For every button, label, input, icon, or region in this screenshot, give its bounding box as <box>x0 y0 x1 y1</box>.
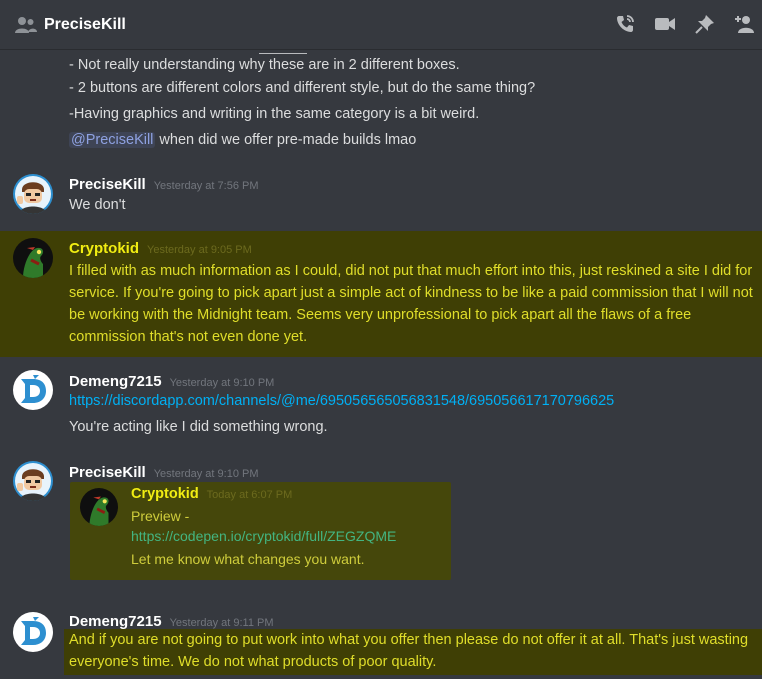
avatar[interactable] <box>13 370 53 410</box>
message-text-highlighted: And if you are not going to put work int… <box>64 629 762 675</box>
quote-author[interactable]: Cryptokid <box>131 486 199 502</box>
timestamp: Yesterday at 9:05 PM <box>147 244 252 256</box>
message-line-mention: @PreciseKill when did we offer pre-made … <box>69 132 417 148</box>
message-text: You're acting like I did something wrong… <box>69 419 328 435</box>
message-header: PreciseKill Yesterday at 7:56 PM <box>69 176 259 193</box>
username[interactable]: Demeng7215 <box>69 373 162 390</box>
quote-header: Cryptokid Today at 6:07 PM <box>131 486 292 502</box>
codepen-link[interactable]: https://codepen.io/cryptokid/full/ZEGZQM… <box>131 528 396 544</box>
chat-message-highlighted: Cryptokid Yesterday at 9:05 PM I filled … <box>0 231 762 357</box>
avatar[interactable] <box>13 461 53 501</box>
quote-preview: Preview - https://codepen.io/cryptokid/f… <box>131 506 431 546</box>
message-line: - Not really understanding why these are… <box>69 53 460 73</box>
message-header: Demeng7215 Yesterday at 9:10 PM <box>69 373 274 390</box>
channel-header: PreciseKill <box>0 0 762 50</box>
video-icon[interactable] <box>654 13 676 35</box>
chat-message: PreciseKill Yesterday at 7:56 PM We don'… <box>0 169 762 219</box>
chat-message: PreciseKill Yesterday at 9:10 PM Cryptok… <box>0 456 762 586</box>
username[interactable]: Demeng7215 <box>69 613 162 630</box>
avatar[interactable] <box>13 612 53 652</box>
message-line: - 2 buttons are different colors and dif… <box>69 80 536 96</box>
quote-timestamp: Today at 6:07 PM <box>206 489 293 501</box>
message-text: We don't <box>69 197 126 213</box>
user-mention[interactable]: @PreciseKill <box>69 132 156 148</box>
quote-note: Let me know what changes you want. <box>131 551 365 567</box>
username[interactable]: PreciseKill <box>69 464 146 481</box>
username[interactable]: PreciseKill <box>69 176 146 193</box>
message-header: Demeng7215 Yesterday at 9:11 PM <box>69 613 274 630</box>
phone-call-icon[interactable] <box>614 13 636 35</box>
quote-avatar <box>80 488 118 526</box>
discord-link[interactable]: https://discordapp.com/channels/@me/6950… <box>69 393 614 409</box>
timestamp: Yesterday at 7:56 PM <box>153 180 259 192</box>
avatar[interactable] <box>13 238 53 278</box>
message-link[interactable]: https://discordapp.com/channels/@me/6950… <box>69 390 614 412</box>
message-header: Cryptokid Yesterday at 9:05 PM <box>69 240 252 257</box>
cut-off-underline <box>259 53 307 54</box>
channel-title: PreciseKill <box>44 15 126 33</box>
message-line: -Having graphics and writing in the same… <box>69 106 480 122</box>
message-list[interactable]: - Not really understanding why these are… <box>0 51 762 679</box>
quoted-message[interactable]: Cryptokid Today at 6:07 PM Preview - htt… <box>70 482 451 580</box>
chat-message: Demeng7215 Yesterday at 9:10 PM https://… <box>0 365 762 441</box>
message-text: I filled with as much information as I c… <box>69 263 753 345</box>
timestamp: Yesterday at 9:10 PM <box>153 468 259 480</box>
timestamp: Yesterday at 9:10 PM <box>169 377 275 389</box>
at-people-icon <box>14 15 40 35</box>
header-actions <box>614 13 756 35</box>
add-member-icon[interactable] <box>734 13 756 35</box>
chat-message: Demeng7215 Yesterday at 9:11 PM And if y… <box>0 607 762 679</box>
preview-label: Preview - <box>131 508 190 524</box>
pin-icon[interactable] <box>694 13 716 35</box>
avatar[interactable] <box>13 174 53 214</box>
message-header: PreciseKill Yesterday at 9:10 PM <box>69 464 259 481</box>
timestamp: Yesterday at 9:11 PM <box>169 617 274 629</box>
username[interactable]: Cryptokid <box>69 240 139 257</box>
